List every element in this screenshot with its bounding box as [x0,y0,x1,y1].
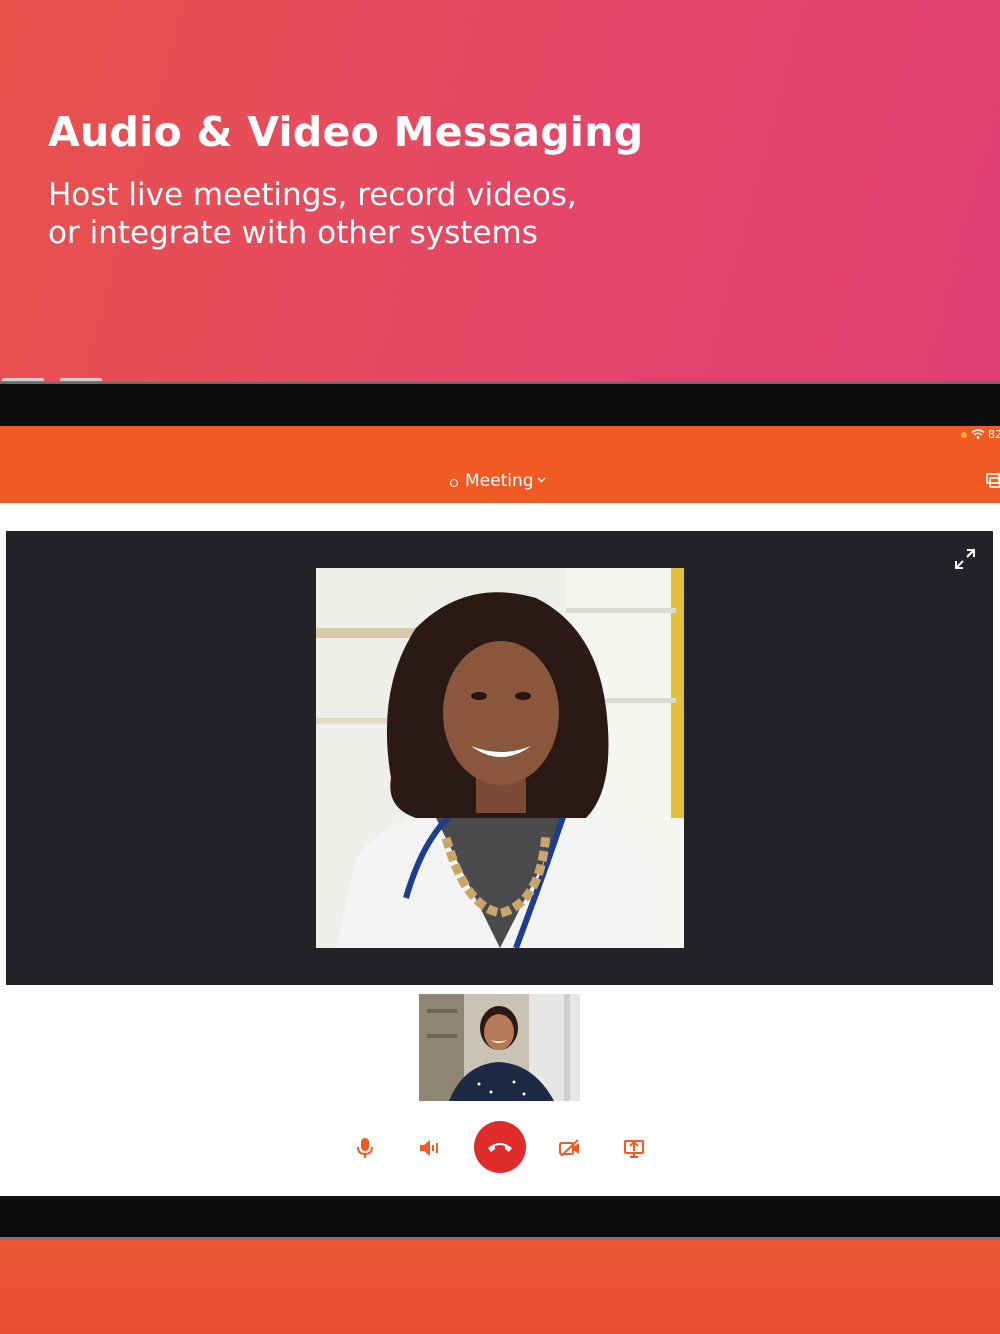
self-view-video[interactable] [419,994,580,1101]
mute-button[interactable] [348,1131,382,1165]
hero-subtitle-line-1: Host live meetings, record videos, [48,177,577,213]
video-off-icon [559,1139,579,1157]
device-bezel-bottom [0,1196,1000,1240]
microphone-icon [357,1138,373,1158]
bottom-banner [0,1240,1000,1334]
chevron-down-icon[interactable] [537,477,546,483]
video-stage [6,531,993,985]
phone-hangup-icon [488,1143,512,1152]
hero-banner: Audio & Video Messaging Host live meetin… [0,0,1000,384]
battery-level: 82 [988,428,1000,441]
speaker-button[interactable] [413,1131,447,1165]
wifi-icon [971,429,985,439]
hero-title: Audio & Video Messaging [48,108,644,156]
device-bezel-top [0,382,1000,426]
share-screen-button[interactable] [617,1131,651,1165]
device-button [60,378,102,381]
status-indicator [961,432,967,438]
end-call-button[interactable] [474,1121,526,1173]
app-screen: 82 Meeting [0,426,1000,1197]
participant-portrait [316,568,684,948]
expand-icon[interactable] [954,548,976,570]
hero-subtitle-line-2: or integrate with other systems [48,215,538,251]
call-controls [0,1121,1000,1177]
recording-indicator-icon [450,479,458,487]
window-icon[interactable] [986,472,1000,488]
device-button [2,378,44,381]
camera-toggle-button[interactable] [553,1131,587,1165]
nav-bar: 82 Meeting [0,426,1000,503]
self-view-portrait [419,994,580,1101]
meeting-title-dropdown[interactable]: Meeting [465,471,534,491]
screen-share-icon [624,1140,644,1158]
speaker-icon [420,1140,438,1156]
remote-participant-video[interactable] [316,568,684,948]
hero-subtitle: Host live meetings, record videos, or in… [48,176,577,252]
